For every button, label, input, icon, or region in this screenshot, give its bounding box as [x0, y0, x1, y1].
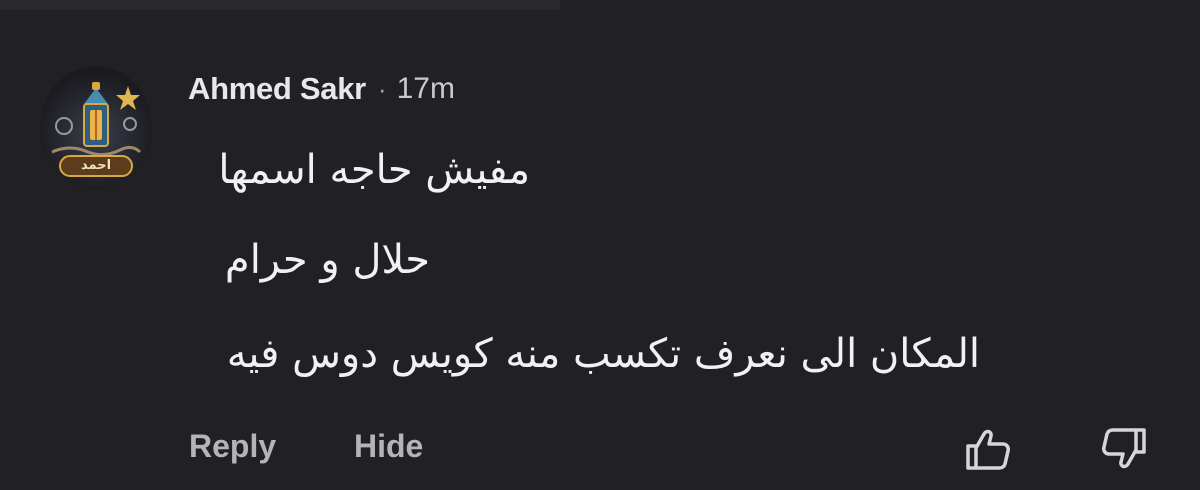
comment-text-line: المكان الى نعرف تكسب منه كويس دوس فيه	[226, 331, 980, 377]
dislike-button[interactable]	[1100, 424, 1150, 474]
comment-card: احمد Ahmed Sakr · 17m مفيش حاجه اسمها حل…	[0, 0, 1200, 490]
avatar-label: احمد	[80, 158, 112, 173]
comment-timestamp[interactable]: 17m	[397, 72, 455, 106]
comment-text-line: حلال و حرام	[224, 237, 430, 283]
meta-separator: ·	[377, 73, 387, 104]
thumbs-up-icon	[966, 429, 1010, 470]
reply-button[interactable]: Reply	[189, 422, 276, 470]
previous-item-edge	[0, 0, 560, 10]
author-name[interactable]: Ahmed Sakr	[188, 71, 366, 107]
comment-header: Ahmed Sakr · 17m	[188, 66, 455, 112]
hide-button[interactable]: Hide	[354, 422, 423, 470]
comment-text-line: مفيش حاجه اسمها	[218, 147, 530, 193]
thumbs-down-icon	[1102, 428, 1146, 469]
avatar[interactable]: احمد	[40, 66, 152, 190]
like-button[interactable]	[962, 424, 1012, 474]
